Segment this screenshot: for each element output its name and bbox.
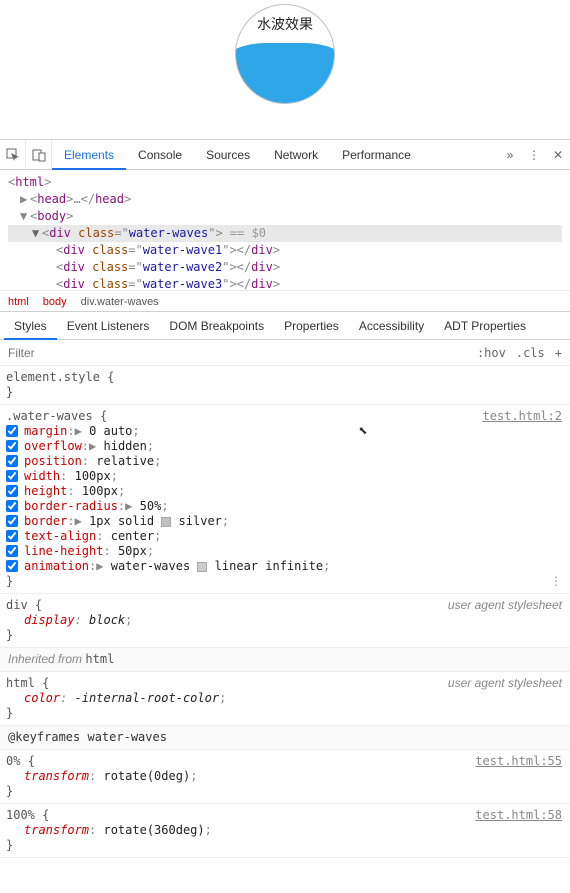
keyframe-0[interactable]: test.html:55 0% { transform: rotate(0deg… [0, 750, 570, 804]
rule-div-ua: user agent stylesheet div { display: blo… [0, 594, 570, 648]
tab-performance[interactable]: Performance [330, 140, 423, 170]
filter-input[interactable] [8, 346, 108, 360]
cls-toggle[interactable]: .cls [516, 346, 545, 360]
toggle-decl-checkbox[interactable] [6, 470, 18, 482]
source-link[interactable]: test.html:2 [483, 409, 562, 424]
styles-subtabs: StylesEvent ListenersDOM BreakpointsProp… [0, 312, 570, 340]
demo-label: 水波效果 [236, 5, 334, 43]
dom-node[interactable]: <div class="water-wave2"></div> [8, 259, 562, 276]
declaration[interactable]: animation:▶ water-waves linear infinite; [6, 559, 562, 574]
breadcrumb-item[interactable]: html [8, 296, 29, 308]
toggle-decl-checkbox[interactable] [6, 515, 18, 527]
breadcrumb-item[interactable]: body [43, 296, 67, 308]
keyframes-separator: @keyframes water-waves [0, 726, 570, 750]
rule-html-ua: user agent stylesheet html { color: -int… [0, 672, 570, 726]
hov-toggle[interactable]: :hov [477, 346, 506, 360]
dom-node[interactable]: <div class="water-wave1"></div> [8, 242, 562, 259]
subtab-adt-properties[interactable]: ADT Properties [434, 312, 536, 340]
toggle-decl-checkbox[interactable] [6, 455, 18, 467]
subtab-dom-breakpoints[interactable]: DOM Breakpoints [159, 312, 274, 340]
dom-selected-node[interactable]: ▼<div class="water-waves"> == $0 [8, 225, 562, 242]
tab-console[interactable]: Console [126, 140, 194, 170]
breadcrumb[interactable]: html body div.water-waves [0, 290, 570, 312]
toggle-decl-checkbox[interactable] [6, 530, 18, 542]
devtools-toolbar: ElementsConsoleSourcesNetworkPerformance… [0, 140, 570, 170]
breadcrumb-item[interactable]: div.water-waves [81, 296, 159, 308]
inspect-icon[interactable] [0, 140, 26, 170]
toggle-decl-checkbox[interactable] [6, 545, 18, 557]
water-waves-demo: 水波效果 [235, 4, 335, 104]
toggle-decl-checkbox[interactable] [6, 560, 18, 572]
rule-menu-icon[interactable]: ⋮ [550, 574, 562, 589]
preview-pane: 水波效果 [0, 0, 570, 140]
subtab-event-listeners[interactable]: Event Listeners [57, 312, 160, 340]
more-tabs-icon[interactable]: » [498, 148, 522, 162]
new-rule-icon[interactable]: + [555, 346, 562, 360]
rule-element-style[interactable]: element.style { } [0, 366, 570, 405]
toggle-decl-checkbox[interactable] [6, 500, 18, 512]
toggle-decl-checkbox[interactable] [6, 425, 18, 437]
subtab-properties[interactable]: Properties [274, 312, 349, 340]
keyframe-100[interactable]: test.html:58 100% { transform: rotate(36… [0, 804, 570, 858]
source-link[interactable]: test.html:58 [475, 808, 562, 823]
wave-dark [235, 43, 335, 104]
inherited-separator: Inherited from html [0, 648, 570, 672]
tab-sources[interactable]: Sources [194, 140, 262, 170]
declaration[interactable]: width: 100px; [6, 469, 562, 484]
dom-tree[interactable]: <html> ▶<head>…</head> ▼<body> ▼<div cla… [0, 170, 570, 290]
kebab-menu-icon[interactable]: ⋮ [522, 148, 546, 162]
source-link[interactable]: test.html:55 [475, 754, 562, 769]
declaration[interactable]: margin:▶ 0 auto; [6, 424, 562, 439]
tab-network[interactable]: Network [262, 140, 330, 170]
declaration[interactable]: border-radius:▶ 50%; [6, 499, 562, 514]
toggle-decl-checkbox[interactable] [6, 485, 18, 497]
declaration[interactable]: border:▶ 1px solid silver; [6, 514, 562, 529]
tab-elements[interactable]: Elements [52, 140, 126, 170]
filter-bar: :hov .cls + [0, 340, 570, 366]
styles-panel: element.style { } test.html:2 .water-wav… [0, 366, 570, 858]
declaration[interactable]: overflow:▶ hidden; [6, 439, 562, 454]
subtab-styles[interactable]: Styles [4, 312, 57, 340]
device-toggle-icon[interactable] [26, 140, 52, 170]
toggle-decl-checkbox[interactable] [6, 440, 18, 452]
declaration[interactable]: position: relative; [6, 454, 562, 469]
dom-node[interactable]: <div class="water-wave3"></div> [8, 276, 562, 290]
close-icon[interactable]: ✕ [546, 148, 570, 162]
declaration[interactable]: line-height: 50px; [6, 544, 562, 559]
rule-water-waves[interactable]: test.html:2 .water-waves { margin:▶ 0 au… [0, 405, 570, 594]
subtab-accessibility[interactable]: Accessibility [349, 312, 434, 340]
declaration[interactable]: text-align: center; [6, 529, 562, 544]
declaration[interactable]: height: 100px; [6, 484, 562, 499]
